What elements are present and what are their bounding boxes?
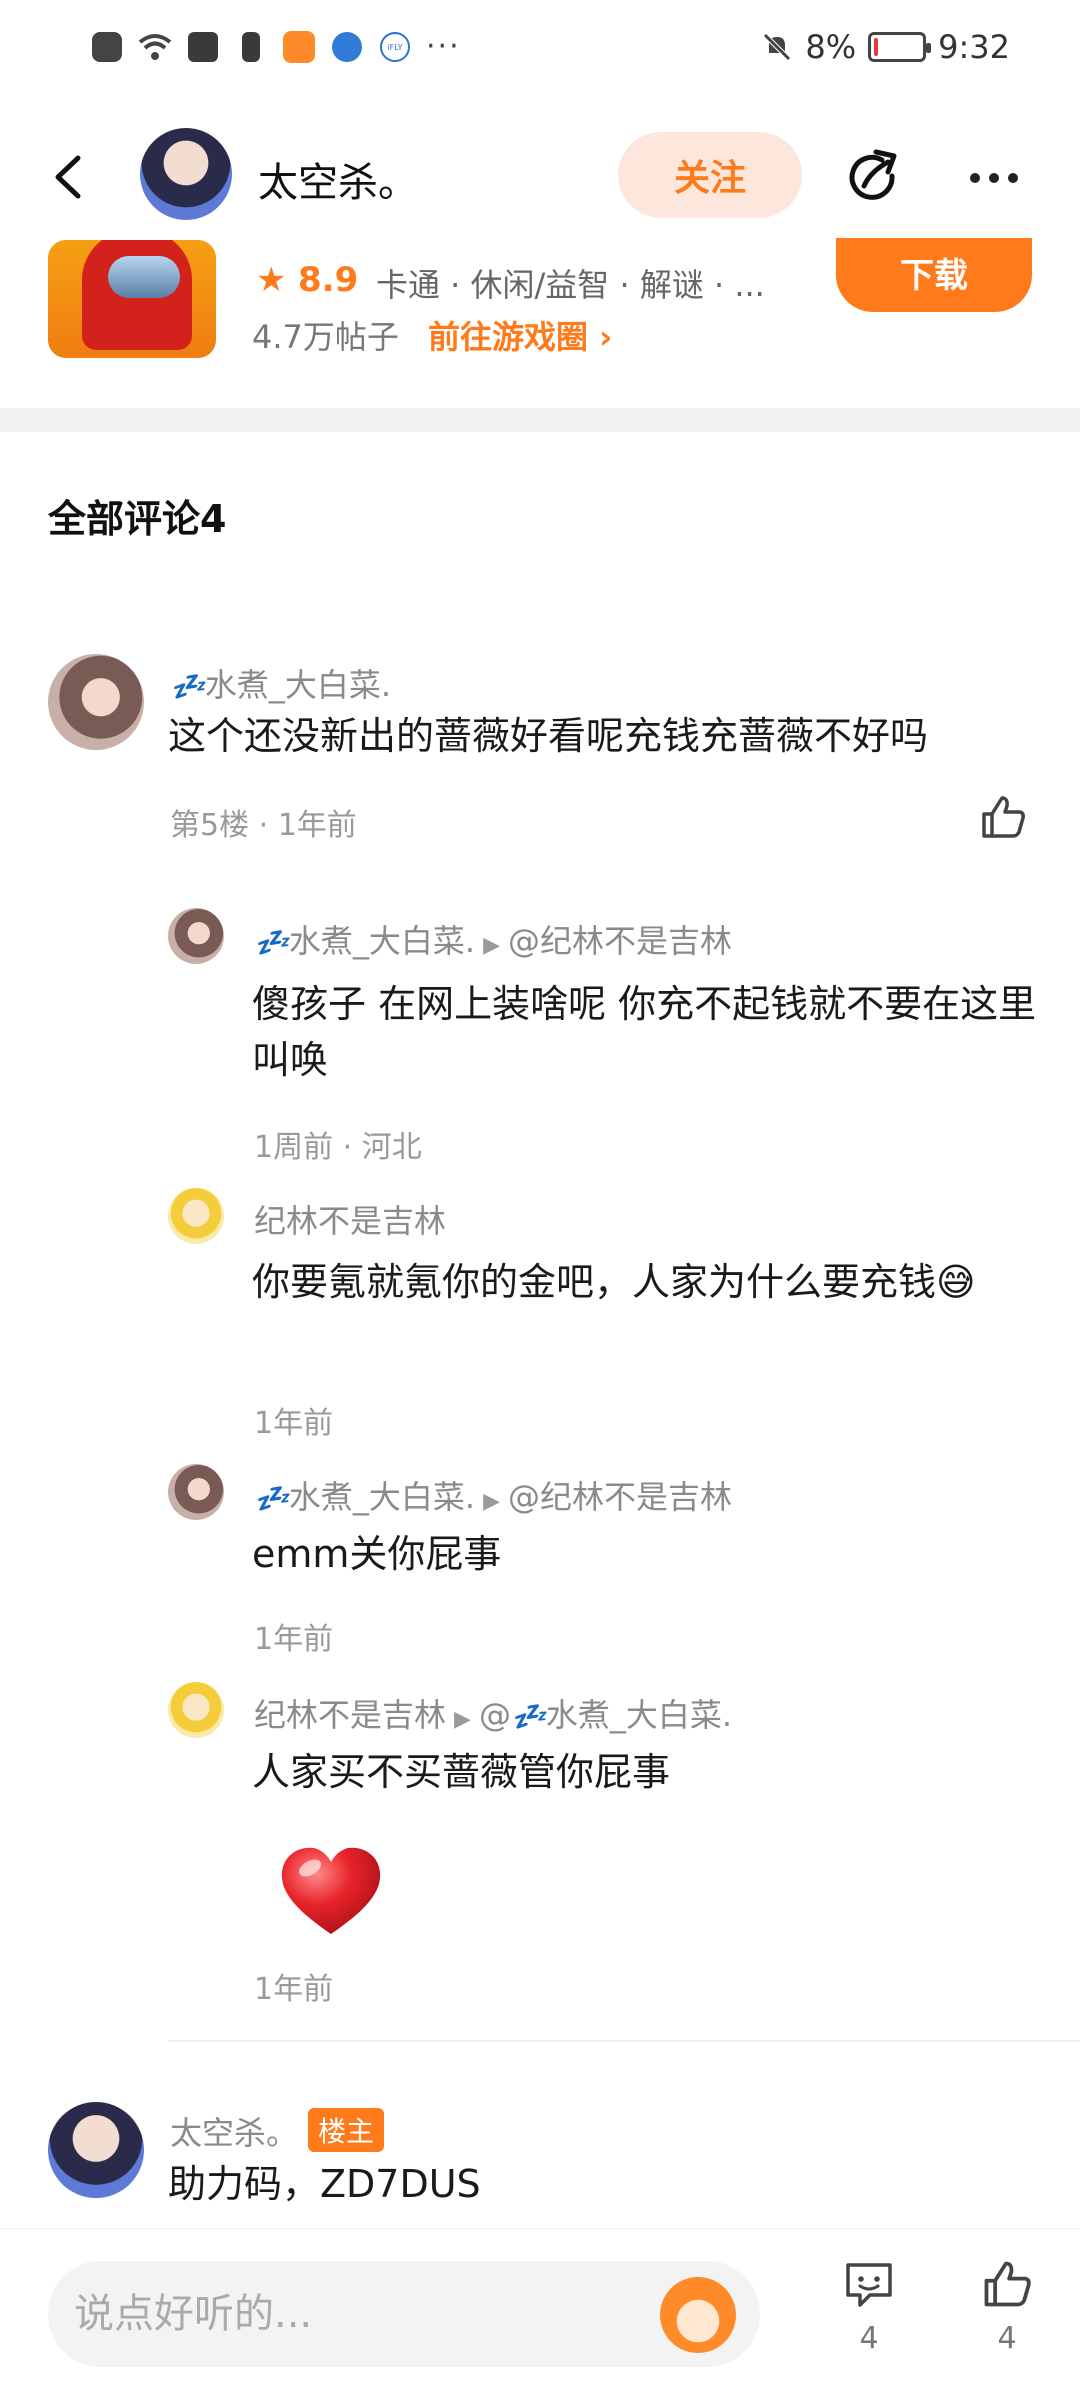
- emoji-mascot-icon[interactable]: [660, 2277, 736, 2353]
- reply-meta: 1年前: [254, 1406, 334, 1441]
- sleep-badge-icon: 💤: [170, 670, 205, 703]
- battery-icon: [868, 32, 932, 62]
- commenter-avatar[interactable]: [48, 2102, 144, 2198]
- comment-meta: 第5楼 · 1年前: [170, 808, 357, 843]
- comment-count: 4: [859, 2321, 879, 2356]
- game-icon[interactable]: [48, 240, 216, 358]
- author-avatar[interactable]: [140, 128, 232, 220]
- more-notifications-icon: ···: [426, 29, 461, 64]
- game-card[interactable]: ★ 8.9 卡通 · 休闲/益智 · 解谜 · ... 4.7万帖子 前往游戏圈…: [0, 238, 1080, 410]
- reply-item: 💤水煮_大白菜. ▶ @纪林不是吉林 傻孩子 在网上装啥呢 你充不起钱就不要在这里叫…: [0, 906, 1080, 1166]
- message-icon: [186, 30, 220, 64]
- reply-arrow-icon: ▶: [454, 1707, 471, 1732]
- like-button[interactable]: [978, 792, 1028, 842]
- comment-input-container[interactable]: [48, 2261, 760, 2367]
- replier-name[interactable]: 纪林不是吉林: [254, 1196, 446, 1242]
- comments-button[interactable]: 4: [834, 2257, 904, 2356]
- reply-item: 💤水煮_大白菜. ▶ @纪林不是吉林 emm关你屁事 1年前: [0, 1462, 1080, 1662]
- game-tags: 卡通 · 休闲/益智 · 解谜 · ...: [376, 266, 765, 304]
- replier-name[interactable]: 💤水煮_大白菜. ▶ @纪林不是吉林: [254, 916, 732, 962]
- alert-icon: [90, 30, 124, 64]
- reply-item: 纪林不是吉林 你要氪就氪你的金吧，人家为什么要充钱😅 1年前: [0, 1186, 1080, 1446]
- go-to-game-circle-link[interactable]: 前往游戏圈 ›: [428, 312, 612, 358]
- reply-text[interactable]: 人家买不买蔷薇管你屁事: [252, 1744, 1042, 1800]
- replier-avatar[interactable]: [168, 1682, 224, 1738]
- replier-name[interactable]: 💤水煮_大白菜. ▶ @纪林不是吉林: [254, 1472, 732, 1518]
- reply-text[interactable]: 傻孩子 在网上装啥呢 你充不起钱就不要在这里叫唤: [252, 976, 1042, 1088]
- replier-name[interactable]: 纪林不是吉林 ▶ @💤水煮_大白菜.: [254, 1690, 732, 1736]
- download-button[interactable]: 下载: [836, 238, 1032, 312]
- star-icon: ★: [256, 260, 287, 300]
- share-icon: [849, 149, 897, 200]
- owner-badge: 楼主: [308, 2108, 385, 2152]
- status-bar: iFLY ··· 8% 9:32: [0, 0, 1080, 110]
- comment-input[interactable]: [74, 2261, 634, 2367]
- comment-text[interactable]: 这个还没新出的蔷薇好看呢充钱充蔷薇不好吗: [168, 708, 1028, 764]
- dot: [1008, 173, 1018, 183]
- dot: [970, 173, 980, 183]
- rating-value: 8.9: [298, 260, 359, 300]
- heart-icon: [281, 1847, 381, 1934]
- mute-icon: [763, 33, 792, 61]
- wifi-icon: [138, 30, 172, 64]
- reply-arrow-icon: ▶: [483, 1489, 500, 1514]
- sleep-badge-icon: 💤: [254, 1482, 289, 1515]
- thumbs-up-icon: [984, 2261, 1031, 2307]
- game-post-count: 4.7万帖子: [252, 318, 399, 356]
- game-rating: ★ 8.9: [256, 260, 358, 300]
- post-header: 太空杀。 关注: [0, 110, 1080, 240]
- reply-text[interactable]: 你要氪就氪你的金吧，人家为什么要充钱😅: [252, 1254, 1042, 1310]
- replier-avatar[interactable]: [168, 1464, 224, 1520]
- ifly-app-icon: iFLY: [378, 30, 412, 64]
- replier-avatar[interactable]: [168, 908, 224, 964]
- like-post-button[interactable]: 4: [972, 2257, 1042, 2356]
- comment-divider: [168, 2040, 1080, 2042]
- sleep-badge-icon: 💤: [510, 1700, 546, 1733]
- replier-avatar[interactable]: [168, 1188, 224, 1244]
- video-app-icon: [282, 30, 316, 64]
- comment-bubble-icon: [846, 2263, 892, 2307]
- crewmate-visor: [108, 256, 180, 298]
- system-status: 8% 9:32: [761, 28, 1010, 66]
- reply-meta: 1年前: [254, 1622, 334, 1657]
- comment-item: 太空杀。 楼主 助力码，ZD7DUS: [0, 2098, 1080, 2228]
- like-count: 4: [997, 2321, 1017, 2356]
- reply-item: 纪林不是吉林 ▶ @💤水煮_大白菜. 人家买不买蔷薇管你屁事 1年前: [0, 1680, 1080, 2020]
- share-button[interactable]: [842, 146, 906, 210]
- reply-text[interactable]: emm关你屁事: [252, 1526, 1042, 1582]
- dot: [989, 173, 999, 183]
- commenter-name[interactable]: 💤水煮_大白菜.: [170, 660, 391, 706]
- commenter-avatar[interactable]: [48, 654, 144, 750]
- sleep-badge-icon: 💤: [254, 926, 289, 959]
- clock: 9:32: [938, 28, 1010, 66]
- heart-sticker[interactable]: [276, 1842, 386, 1942]
- notification-icons: iFLY ···: [90, 30, 461, 64]
- thumbs-up-icon: [982, 796, 1025, 838]
- chevron-left-icon: [55, 155, 81, 199]
- reply-arrow-icon: ▶: [483, 933, 500, 958]
- author-name[interactable]: 太空杀。: [258, 150, 418, 208]
- comment-item: 💤水煮_大白菜. 这个还没新出的蔷薇好看呢充钱充蔷薇不好吗 第5楼 · 1年前: [0, 650, 1080, 870]
- reply-meta: 1年前: [254, 1972, 334, 2007]
- follow-button[interactable]: 关注: [618, 132, 802, 218]
- bottom-action-bar: 4 4: [0, 2228, 1080, 2400]
- browser-app-icon: [330, 30, 364, 64]
- section-divider: [0, 408, 1080, 432]
- comment-text[interactable]: 助力码，ZD7DUS: [168, 2156, 1028, 2212]
- back-button[interactable]: [46, 152, 96, 202]
- comments-title: 全部评论4: [48, 497, 227, 541]
- battery-percent: 8%: [805, 28, 857, 66]
- battery-alert-icon: [234, 30, 268, 64]
- commenter-name[interactable]: 太空杀。 楼主: [170, 2108, 385, 2154]
- more-options-button[interactable]: [962, 146, 1026, 210]
- reply-meta: 1周前 · 河北: [254, 1130, 422, 1165]
